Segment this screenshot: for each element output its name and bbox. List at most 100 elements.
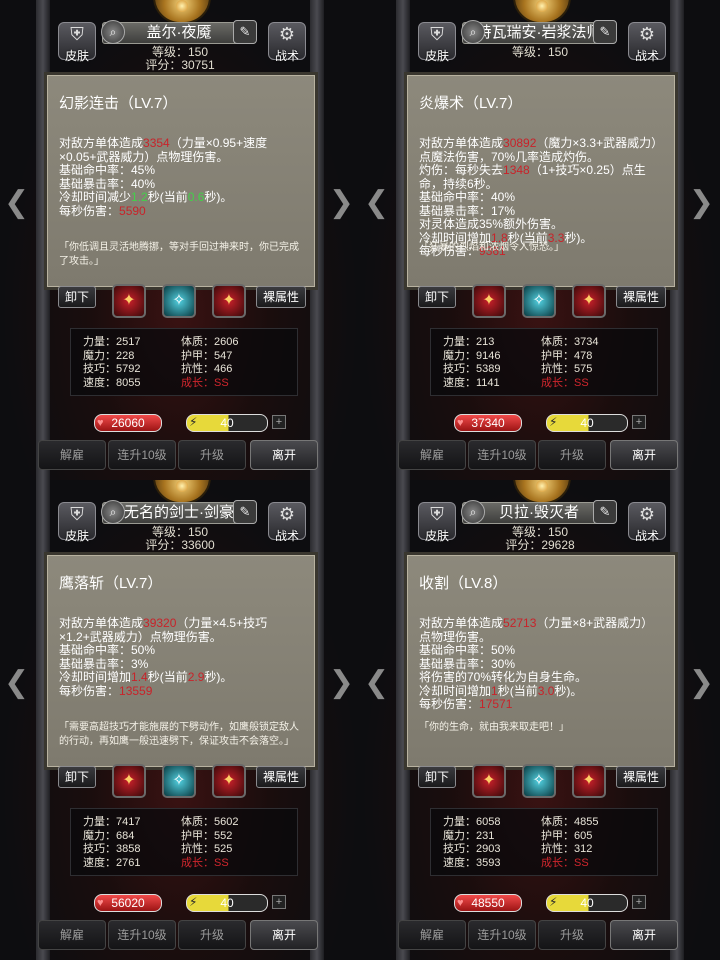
hero-name-bar: ⌕ 盖尔·夜魇 ✎	[101, 20, 257, 44]
upgrade10-button[interactable]: 连升10级	[108, 920, 176, 950]
upgrade-button[interactable]: 升级	[538, 920, 606, 950]
desc-pre: 对敌方单体造成	[419, 136, 504, 150]
heart-icon: ♥	[457, 897, 464, 909]
skill-tooltip: 鹰落斩（LV.7） 对敌方单体造成39320（力量×4.5+技巧×1.2+武器威…	[44, 552, 318, 770]
skill-cooldown: 冷却时间增加1.4秒(当前2.9秒)。	[59, 670, 305, 685]
plus-icon[interactable]: +	[632, 415, 646, 429]
resource-bars: ♥ 48550 ⚡ 40 +	[454, 894, 654, 912]
naked-attr-button[interactable]: 裸属性	[615, 286, 666, 308]
stat-skl: 技巧：3858	[83, 843, 141, 855]
plus-icon[interactable]: +	[272, 895, 286, 909]
skill-damage-line: 对敌方单体造成39320（力量×4.5+技巧×1.2+武器威力）点物理伤害。	[59, 616, 305, 644]
arrow-right-icon[interactable]: ❯	[329, 188, 354, 218]
hero-rating: 评分：33600	[145, 538, 215, 552]
stat-str: 力量：6058	[443, 816, 501, 828]
bottom-actions: 解雇 连升10级 升级 离开	[38, 440, 324, 470]
skill-description: 对敌方单体造成39320（力量×4.5+技巧×1.2+武器威力）点物理伤害。 基…	[59, 616, 305, 698]
bolt-icon: ⚡	[189, 415, 198, 429]
skill-slot-3-icon[interactable]: ✦	[572, 284, 606, 318]
naked-attr-button[interactable]: 裸属性	[615, 766, 666, 788]
unequip-button[interactable]: 卸下	[58, 766, 97, 788]
plus-icon[interactable]: +	[632, 895, 646, 909]
energy-value: 40	[220, 416, 234, 430]
upgrade-button[interactable]: 升级	[178, 440, 246, 470]
search-icon[interactable]: ⌕	[461, 20, 485, 44]
edit-icon[interactable]: ✎	[593, 500, 617, 524]
naked-attr-button[interactable]: 裸属性	[255, 766, 306, 788]
energy-value: 40	[580, 896, 594, 910]
skill-slot-3-icon[interactable]: ✦	[572, 764, 606, 798]
skill-quote: 「狂暴的烈焰和浓烟令人惊恐。」	[419, 242, 564, 253]
arrow-left-icon[interactable]: ❮	[364, 188, 389, 218]
edit-icon[interactable]: ✎	[593, 20, 617, 44]
skill-tooltip: 幻影连击（LV.7） 对敌方单体造成3354（力量×0.95+速度×0.05+武…	[44, 72, 318, 290]
upgrade-button[interactable]: 升级	[178, 920, 246, 950]
skill-slot-2-icon[interactable]: ✧	[522, 764, 556, 798]
hero-stats: 力量：7417 体质：5602 魔力：684 护甲：552 技巧：3858 抗性…	[70, 808, 298, 876]
cd-post: 秒)。	[554, 683, 583, 698]
leave-button[interactable]: 离开	[610, 920, 678, 950]
skill-slot-1-icon[interactable]: ✦	[472, 764, 506, 798]
skill-damage-value: 52713	[503, 616, 537, 630]
dismiss-button[interactable]: 解雇	[398, 920, 466, 950]
upgrade-button[interactable]: 升级	[538, 440, 606, 470]
arrow-left-icon[interactable]: ❮	[364, 668, 389, 698]
equip-row: 卸下 ✦ ✧ ✦ 裸属性	[418, 764, 666, 798]
skill-slot-1-icon[interactable]: ✦	[112, 284, 146, 318]
skill-crit-rate: 基础暴击率：3%	[59, 656, 149, 671]
hp-value: 37340	[471, 416, 505, 430]
leave-button[interactable]: 离开	[250, 920, 318, 950]
skill-cooldown: 冷却时间增加1秒(当前3.0秒)。	[419, 683, 665, 699]
stat-arm: 护甲：478	[541, 349, 593, 362]
dismiss-button[interactable]: 解雇	[38, 440, 106, 470]
arrow-left-icon[interactable]: ❮	[4, 668, 29, 698]
skill-dps: 每秒伤害：17571	[419, 697, 665, 712]
skill-cooldown: 冷却时间减少1.2秒(当前0.6秒)。	[59, 190, 305, 205]
hero-panel: ⛨ 皮肤 ⚙ 战术 ⌕ 贝拉·毁灭者 ✎ 等级：150 评分：29628 ❮ ❯…	[360, 480, 720, 960]
hero-name-bar: ⌕ 贝拉·毁灭者 ✎	[461, 500, 617, 524]
skill-slot-1-icon[interactable]: ✦	[112, 764, 146, 798]
search-icon[interactable]: ⌕	[101, 500, 125, 524]
stat-growth: 成长：SS	[181, 856, 229, 869]
equip-row: 卸下 ✦ ✧ ✦ 裸属性	[418, 284, 666, 318]
skill-slot-3-icon[interactable]: ✦	[212, 284, 246, 318]
edit-icon[interactable]: ✎	[233, 20, 257, 44]
skill-slot-1-icon[interactable]: ✦	[472, 284, 506, 318]
skill-title: 炎爆术（LV.7）	[419, 95, 523, 112]
upgrade10-button[interactable]: 连升10级	[108, 440, 176, 470]
naked-attr-button[interactable]: 裸属性	[255, 286, 306, 308]
leave-button[interactable]: 离开	[610, 440, 678, 470]
arrow-left-icon[interactable]: ❮	[4, 188, 29, 218]
arrow-right-icon[interactable]: ❯	[689, 188, 714, 218]
upgrade10-button[interactable]: 连升10级	[468, 920, 536, 950]
skill-slot-2-icon[interactable]: ✧	[162, 764, 196, 798]
stat-spd: 速度：3593	[443, 856, 501, 869]
search-icon[interactable]: ⌕	[461, 500, 485, 524]
energy-bar: ⚡ 40	[546, 414, 628, 432]
plus-icon[interactable]: +	[272, 415, 286, 429]
arrow-right-icon[interactable]: ❯	[329, 668, 354, 698]
search-icon[interactable]: ⌕	[101, 20, 125, 44]
unequip-button[interactable]: 卸下	[58, 286, 97, 308]
dismiss-button[interactable]: 解雇	[398, 440, 466, 470]
skill-slot-3-icon[interactable]: ✦	[212, 764, 246, 798]
skill-slot-2-icon[interactable]: ✧	[162, 284, 196, 318]
heart-icon: ♥	[457, 417, 464, 429]
unequip-button[interactable]: 卸下	[418, 766, 457, 788]
dismiss-button[interactable]: 解雇	[38, 920, 106, 950]
skill-slot-2-icon[interactable]: ✧	[522, 284, 556, 318]
hp-value: 56020	[111, 896, 145, 910]
hero-name: 特瓦瑞安·岩浆法师	[476, 24, 602, 41]
desc-pre: 对敌方单体造成	[59, 616, 144, 630]
stat-res: 抗性：312	[541, 843, 593, 855]
edit-icon[interactable]: ✎	[233, 500, 257, 524]
skill-damage-value: 39320	[143, 616, 177, 630]
skill-damage-line: 对敌方单体造成3354（力量×0.95+速度×0.05+武器威力）点物理伤害。	[59, 136, 305, 164]
unequip-button[interactable]: 卸下	[418, 286, 457, 308]
upgrade10-button[interactable]: 连升10级	[468, 440, 536, 470]
skill-extra2: 将伤害的70%转化为自身生命。	[419, 670, 588, 684]
cd-pre: 冷却时间减少	[59, 190, 132, 204]
leave-button[interactable]: 离开	[250, 440, 318, 470]
arrow-right-icon[interactable]: ❯	[689, 668, 714, 698]
hero-rating: 评分：30751	[145, 58, 215, 72]
